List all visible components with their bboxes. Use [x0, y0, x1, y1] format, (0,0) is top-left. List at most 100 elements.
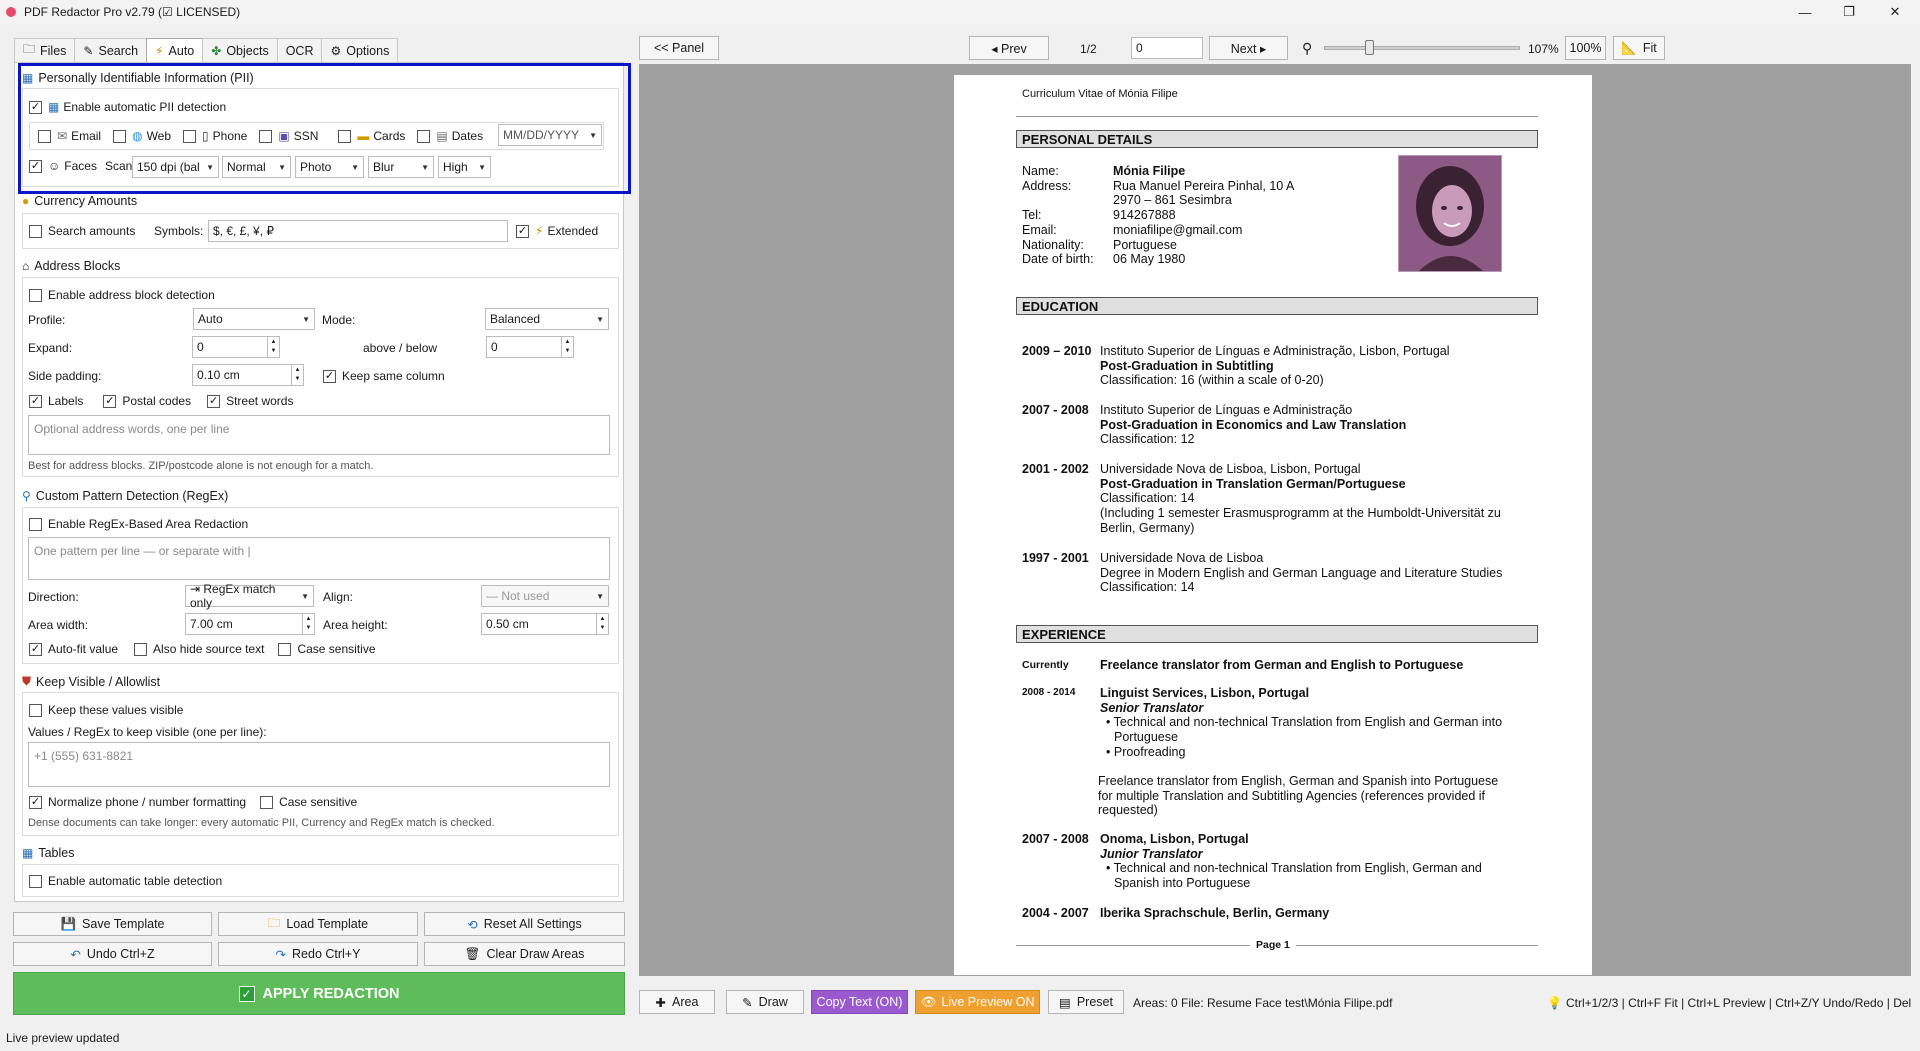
folder-icon: 🗀 [23, 42, 36, 56]
allowlist-case-checkbox[interactable] [260, 795, 274, 809]
apply-redaction-button[interactable]: ✓ APPLY REDACTION [13, 972, 625, 1015]
profile-select[interactable]: Auto ▼ [193, 308, 315, 330]
autofit-checkbox[interactable]: ✓ [29, 642, 42, 656]
regex-enable-label: Enable RegEx-Based Area Redaction [48, 517, 249, 531]
prev-page-button[interactable]: ◂ Prev [969, 36, 1049, 60]
panel-toggle-button[interactable]: << Panel [639, 36, 719, 60]
normalize-checkbox[interactable]: ✓ [29, 795, 42, 809]
cv-photo [1398, 155, 1502, 272]
above-below-spinner[interactable]: 0 ▲ ▼ [486, 336, 574, 358]
align-select[interactable]: — Not used ▼ [481, 585, 609, 607]
spinner-arrows-icon[interactable]: ▲ ▼ [302, 614, 314, 634]
extended-checkbox[interactable]: ✓ [516, 224, 529, 238]
face-photo-icon [1399, 156, 1501, 271]
labels-checkbox[interactable]: ✓ [29, 394, 42, 408]
shortcuts-hint: 💡 Ctrl+1/2/3 | Ctrl+F Fit | Ctrl+L Previe… [1547, 996, 1912, 1010]
close-button[interactable]: ✕ [1872, 0, 1918, 24]
expand-spinner[interactable]: 0 ▲ ▼ [192, 336, 280, 358]
draw-button[interactable]: ✎ Draw [726, 990, 804, 1014]
postal-codes-checkbox[interactable]: ✓ [103, 394, 117, 408]
area-height-label: Area height: [323, 618, 388, 632]
area-width-spinner[interactable]: 7.00 cm ▲ ▼ [185, 613, 315, 635]
reset-all-button[interactable]: ⟲ Reset All Settings [424, 912, 625, 936]
gear-icon: ⚙ [330, 43, 342, 58]
cv-exp-2008: Linguist Services, Lisbon, Portugal Seni… [1100, 686, 1503, 759]
undo-icon: ↶ [70, 947, 81, 962]
folder-icon: 🗀 [267, 915, 281, 930]
area-button[interactable]: ✚ Area [639, 990, 715, 1014]
regex-options-row: ✓ Auto-fit value Also hide source text Ca… [29, 642, 376, 656]
page-input[interactable]: 0 [1131, 37, 1203, 59]
street-words-checkbox[interactable]: ✓ [207, 394, 221, 408]
side-padding-spinner[interactable]: 0.10 cm ▲ ▼ [192, 364, 304, 386]
app-logo-icon [6, 7, 16, 17]
hide-source-checkbox[interactable] [134, 642, 148, 656]
undo-button[interactable]: ↶ Undo Ctrl+Z [13, 942, 212, 966]
tables-enable-row: Enable automatic table detection [29, 874, 222, 888]
search-amounts-checkbox[interactable] [29, 224, 42, 238]
cv-exp-2007-years: 2007 - 2008 [1022, 832, 1089, 846]
spinner-arrows-icon[interactable]: ▲ ▼ [267, 337, 279, 357]
zoom-slider-thumb[interactable] [1365, 40, 1374, 55]
cv-edu-entry-2: Instituto Superior de Línguas e Administ… [1100, 403, 1407, 447]
redo-button[interactable]: ↷ Redo Ctrl+Y [218, 942, 418, 966]
regex-enable-row: Enable RegEx-Based Area Redaction [29, 517, 248, 531]
symbols-label: Symbols: [154, 224, 204, 238]
document-icon: ▤ [1059, 995, 1071, 1010]
load-template-button[interactable]: 🗀 Load Template [218, 912, 418, 936]
currency-search-row: Search amounts [29, 224, 135, 238]
live-preview-toggle[interactable]: 👁 Live Preview ON [915, 990, 1040, 1014]
cv-personal-header: PERSONAL DETAILS [1016, 130, 1538, 148]
allowlist-case-label: Case sensitive [279, 795, 358, 809]
keep-visible-checkbox[interactable] [29, 703, 42, 717]
tab-objects[interactable]: ✤ Objects [202, 38, 278, 62]
next-page-button[interactable]: Next ▸ [1209, 36, 1288, 60]
address-words-textarea[interactable]: Optional address words, one per line [28, 415, 610, 455]
regex-case-label: Case sensitive [297, 642, 376, 656]
symbols-input[interactable]: $, €, £, ¥, ₽ [208, 220, 508, 242]
cv-exp-currently-text: Freelance translator from German and Eng… [1100, 658, 1464, 672]
save-template-button[interactable]: 💾 Save Template [13, 912, 212, 936]
check-icon: ✓ [238, 985, 255, 1002]
copy-text-toggle[interactable]: Copy Text (ON) [811, 990, 908, 1014]
status-bar-text: Live preview updated [6, 1031, 120, 1045]
zoom-slider-track[interactable] [1324, 46, 1520, 50]
spinner-arrows-icon[interactable]: ▲ ▼ [596, 614, 608, 634]
direction-select[interactable]: ⇥ RegEx match only ▼ [185, 582, 314, 610]
autofit-label: Auto-fit value [48, 642, 119, 656]
spinner-arrows-icon[interactable]: ▲ ▼ [561, 337, 573, 357]
keep-column-checkbox[interactable]: ✓ [323, 369, 336, 383]
zoom-100-button[interactable]: 100% [1565, 36, 1606, 60]
cv-exp-currently-label: Currently [1022, 659, 1069, 671]
extended-label: Extended [547, 224, 599, 238]
area-height-spinner[interactable]: 0.50 cm ▲ ▼ [481, 613, 609, 635]
keep-visible-row: Keep these values visible [29, 703, 183, 717]
tab-auto[interactable]: ⚡ Auto [146, 38, 204, 63]
address-mode-select[interactable]: Balanced ▼ [485, 308, 609, 330]
regex-pattern-textarea[interactable]: One pattern per line — or separate with … [28, 537, 610, 580]
tables-enable-checkbox[interactable] [29, 874, 42, 888]
pencil-icon: ✎ [83, 43, 94, 58]
spinner-arrows-icon[interactable]: ▲ ▼ [291, 365, 303, 385]
tab-ocr[interactable]: OCR [276, 38, 323, 62]
preset-button[interactable]: ▤ Preset [1048, 990, 1124, 1014]
fit-button[interactable]: 📐 Fit [1613, 36, 1665, 60]
regex-case-checkbox[interactable] [278, 642, 292, 656]
maximize-button[interactable]: ❐ [1826, 0, 1872, 24]
clear-draw-button[interactable]: 🗑 Clear Draw Areas [424, 942, 625, 966]
tab-files[interactable]: 🗀 Files [14, 38, 76, 62]
postal-codes-label: Postal codes [122, 394, 192, 408]
keep-column-row: ✓ Keep same column [323, 369, 445, 383]
address-enable-checkbox[interactable] [29, 288, 42, 302]
regex-section-title: ⚲ Custom Pattern Detection (RegEx) [22, 489, 229, 503]
shield-icon: ⛊ [22, 674, 32, 688]
allowlist-textarea[interactable]: +1 (555) 631-8821 [28, 742, 610, 787]
tab-options[interactable]: ⚙ Options [321, 38, 399, 62]
coin-icon: ● [22, 194, 30, 208]
cv-rule [1016, 116, 1538, 117]
minimize-button[interactable]: — [1782, 0, 1828, 24]
regex-enable-checkbox[interactable] [29, 517, 42, 531]
cv-edu-entry-1: Instituto Superior de Línguas e Administ… [1100, 344, 1450, 388]
keep-column-label: Keep same column [342, 369, 445, 383]
tab-search[interactable]: ✎ Search [74, 38, 148, 62]
